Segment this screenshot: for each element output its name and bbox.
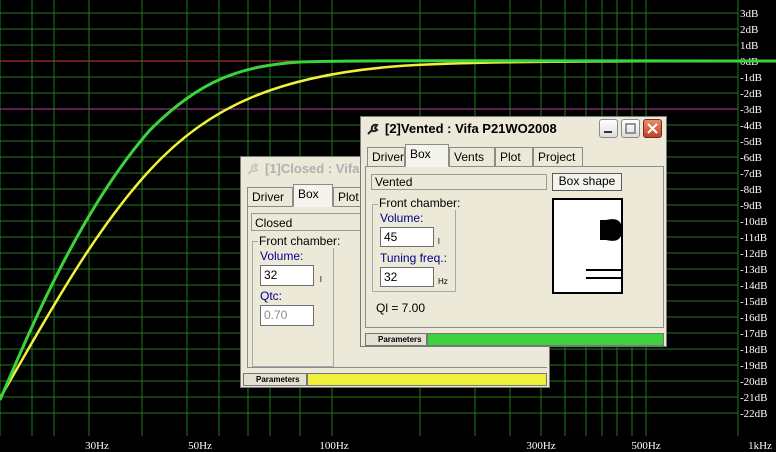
volume-input[interactable]: 45 xyxy=(380,227,434,247)
y-tick-label: -2dB xyxy=(740,88,762,100)
y-tick-label: -8dB xyxy=(740,184,762,196)
qtc-input[interactable]: 0.70 xyxy=(260,305,314,326)
tab-vents[interactable]: Vents xyxy=(449,147,495,166)
x-tick-label: 1kHz xyxy=(748,440,772,452)
volume-input[interactable]: 32 xyxy=(260,265,314,286)
y-tick-label: -14dB xyxy=(740,280,768,292)
parameters-status-bar xyxy=(307,373,547,386)
y-tick-label: -6dB xyxy=(740,152,762,164)
vented-box-window[interactable]: [2]Vented : Vifa P21WO2008 Driver Box Ve… xyxy=(360,116,667,347)
vented-window-titlebar[interactable]: [2]Vented : Vifa P21WO2008 xyxy=(361,117,666,141)
y-tick-label: -13dB xyxy=(740,264,768,276)
maximize-icon xyxy=(625,123,636,134)
qtc-label: Qtc: xyxy=(260,289,283,303)
tab-box[interactable]: Box xyxy=(405,144,449,167)
y-tick-label: -19dB xyxy=(740,360,768,372)
tuning-freq-label: Tuning freq.: xyxy=(380,251,447,265)
y-tick-label: -7dB xyxy=(740,168,762,180)
y-tick-label: -10dB xyxy=(740,216,768,228)
y-tick-label: -12dB xyxy=(740,248,768,260)
y-tick-label: -22dB xyxy=(740,408,768,420)
x-tick-label: 500Hz xyxy=(631,440,660,452)
parameters-status-bar xyxy=(427,333,664,346)
y-tick-label: -4dB xyxy=(740,120,762,132)
minimize-icon xyxy=(604,131,612,133)
volume-label: Volume: xyxy=(380,211,424,225)
y-tick-label: -16dB xyxy=(740,312,768,324)
y-tick-label: -11dB xyxy=(740,232,767,244)
y-tick-label: 1dB xyxy=(740,40,758,52)
y-tick-label: -1dB xyxy=(740,72,762,84)
x-tick-label: 50Hz xyxy=(188,440,212,452)
y-tick-label: 2dB xyxy=(740,24,758,36)
x-tick-label: 30Hz xyxy=(85,440,109,452)
x-tick-label: 100Hz xyxy=(319,440,348,452)
closed-window-title: [1]Closed : Vifa xyxy=(265,161,360,176)
y-tick-label: -5dB xyxy=(740,136,762,148)
close-icon xyxy=(647,123,658,134)
parameters-status-label[interactable]: Parameters xyxy=(243,373,307,386)
tab-project[interactable]: Project xyxy=(533,147,583,166)
box-shape-button[interactable]: Box shape xyxy=(552,173,622,191)
front-chamber-label: Front chamber: xyxy=(378,196,462,210)
volume-unit: l xyxy=(438,237,440,246)
tuning-freq-unit: Hz xyxy=(438,277,448,286)
minimize-button[interactable] xyxy=(599,119,618,138)
speaker-app-icon xyxy=(247,163,259,175)
tab-driver[interactable]: Driver xyxy=(367,147,405,166)
y-tick-label: -3dB xyxy=(740,104,762,116)
y-tick-label: -9dB xyxy=(740,200,762,212)
y-tick-label: -21dB xyxy=(740,392,768,404)
y-tick-label: -18dB xyxy=(740,344,768,356)
box-tab-panel: Vented Box shape Front chamber: Volume: … xyxy=(365,166,664,328)
box-type-label: Vented xyxy=(371,174,547,190)
y-tick-label: 3dB xyxy=(740,8,758,20)
parameters-status-label[interactable]: Parameters xyxy=(365,333,427,346)
front-chamber-label: Front chamber: xyxy=(258,234,342,248)
tab-plot[interactable]: Plot xyxy=(495,147,533,166)
box-shape-preview xyxy=(552,198,623,294)
volume-label: Volume: xyxy=(260,249,304,263)
y-tick-label: -15dB xyxy=(740,296,768,308)
vented-window-title: [2]Vented : Vifa P21WO2008 xyxy=(385,121,557,136)
tuning-freq-input[interactable]: 32 xyxy=(380,267,434,287)
tab-driver[interactable]: Driver xyxy=(247,187,293,206)
x-tick-label: 300Hz xyxy=(526,440,555,452)
volume-unit: l xyxy=(320,275,322,284)
tab-box[interactable]: Box xyxy=(293,184,333,207)
ql-value: Ql = 7.00 xyxy=(376,301,426,315)
speaker-app-icon xyxy=(367,123,379,135)
maximize-button[interactable] xyxy=(621,119,640,138)
close-button[interactable] xyxy=(643,119,662,138)
y-tick-label: -20dB xyxy=(740,376,768,388)
y-tick-label: -17dB xyxy=(740,328,768,340)
